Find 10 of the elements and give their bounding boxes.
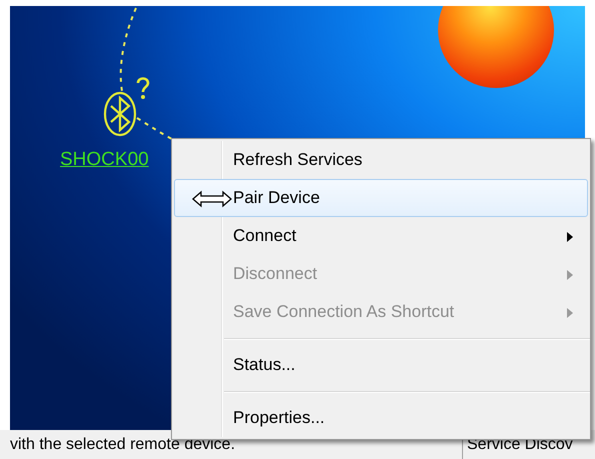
resize-cursor-icon — [192, 190, 232, 208]
menu-item[interactable]: Refresh Services — [174, 141, 588, 179]
menu-item[interactable]: Connect — [174, 217, 588, 255]
bluetooth-icon — [103, 91, 137, 137]
connection-line — [136, 117, 174, 141]
status-message: vith the selected remote device. — [9, 436, 236, 454]
question-mark-icon — [136, 76, 150, 102]
device-name-link[interactable]: SHOCK00 — [60, 149, 149, 171]
menu-item[interactable]: Pair Device — [174, 179, 588, 217]
menu-item[interactable]: Status... — [174, 346, 588, 384]
